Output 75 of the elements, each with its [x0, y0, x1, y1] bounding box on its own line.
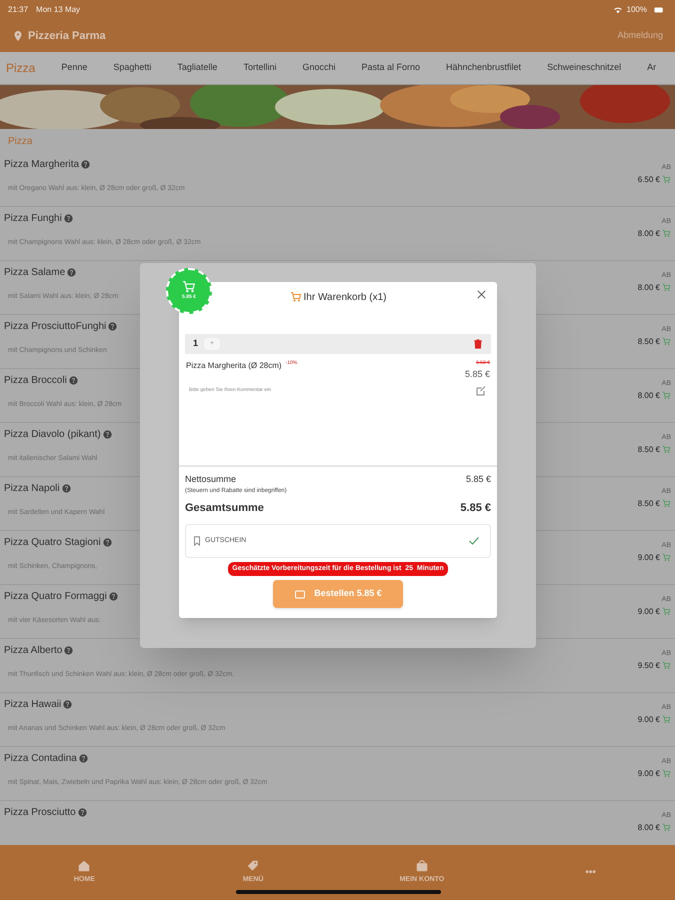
category-tab[interactable]: Ar	[647, 61, 656, 75]
net-label: Nettosumme	[185, 473, 236, 486]
category-tab[interactable]: Penne	[61, 61, 88, 75]
info-icon[interactable]	[68, 376, 78, 385]
menu-icon	[246, 859, 260, 874]
category-tab[interactable]: Schweineschnitzel	[547, 61, 622, 75]
product-name: Pizza Diavolo (pikant)	[4, 428, 101, 442]
info-icon[interactable]	[81, 160, 90, 169]
edit-icon[interactable]	[475, 385, 487, 397]
total-label: Gesamtsumme	[185, 500, 264, 516]
product-name: Pizza Hawaii	[4, 698, 62, 712]
product-name: Pizza Salame	[4, 266, 66, 280]
info-icon[interactable]	[108, 592, 118, 601]
product-price: 9.00 €	[638, 606, 660, 618]
cart-title: Ihr Warenkorb (x1)	[304, 290, 386, 304]
account-icon	[414, 859, 429, 874]
info-icon[interactable]	[102, 538, 112, 547]
product-price: 8.50 €	[638, 498, 660, 510]
item-price: 5.85 €	[464, 368, 490, 380]
category-tab[interactable]: Tagliatelle	[177, 61, 218, 75]
product-name: Pizza Broccoli	[4, 374, 67, 388]
info-icon[interactable]	[64, 214, 73, 223]
cart-icon	[182, 280, 196, 294]
product-name: Pizza Alberto	[4, 644, 62, 658]
product-price: 9.00 €	[638, 768, 660, 780]
bookmark-icon	[192, 536, 202, 546]
wallet-icon	[294, 588, 306, 600]
wifi-icon	[612, 5, 623, 15]
info-icon[interactable]	[62, 484, 71, 493]
product-price: 8.00 €	[638, 390, 660, 402]
category-tab[interactable]: Tortellini	[243, 61, 276, 75]
status-date: Mon 13 May	[36, 4, 80, 16]
check-icon	[468, 535, 480, 547]
cart-item-name: Pizza Margherita (Ø 28cm)	[186, 360, 282, 372]
product-price: 6.50 €	[638, 174, 660, 186]
product-name: Pizza Quatro Formaggi	[4, 590, 107, 604]
product-name: Pizza Funghi	[4, 212, 62, 226]
section-title: Pizza	[8, 134, 32, 148]
info-icon[interactable]	[63, 700, 72, 709]
restaurant-name: Pizzeria Parma	[28, 28, 106, 44]
product-name: Pizza Contadina	[4, 752, 77, 766]
cart-icon	[290, 291, 302, 303]
category-tab[interactable]: Gnocchi	[302, 61, 336, 75]
category-tab[interactable]: Pasta al Forno	[361, 61, 420, 75]
net-value: 5.85 €	[466, 473, 491, 486]
product-price: 8.00 €	[638, 822, 660, 834]
info-icon[interactable]	[78, 754, 88, 763]
category-tab[interactable]: Spaghetti	[113, 61, 152, 75]
location-pin-icon	[12, 30, 24, 42]
battery-level: 100%	[626, 4, 647, 16]
product-price: 8.00 €	[638, 282, 660, 294]
info-icon[interactable]	[64, 646, 74, 655]
product-name: Pizza ProsciuttoFunghi	[4, 320, 106, 334]
product-price: 9.50 €	[638, 660, 660, 672]
quantity-value: 1	[193, 337, 198, 350]
product-price: 8.00 €	[638, 228, 660, 240]
product-name: Pizza Margherita	[4, 158, 80, 172]
info-icon[interactable]	[78, 808, 87, 817]
trash-icon[interactable]	[473, 339, 483, 349]
nav-label: •••	[585, 866, 596, 880]
category-tab[interactable]: Hähnchenbrustfilet	[446, 61, 522, 75]
product-price: 9.00 €	[638, 552, 660, 564]
home-icon	[77, 859, 92, 874]
product-name: Pizza Quatro Stagioni	[4, 536, 101, 550]
info-icon[interactable]	[108, 322, 118, 331]
info-icon[interactable]	[102, 430, 112, 439]
product-name: Pizza Napoli	[4, 482, 60, 496]
product-price: 8.50 €	[638, 444, 660, 456]
product-price: 9.00 €	[638, 714, 660, 726]
status-time: 21:37	[8, 4, 28, 16]
product-price: 8.50 €	[638, 336, 660, 348]
close-icon[interactable]	[476, 289, 487, 300]
product-name: Pizza Prosciutto	[4, 806, 76, 820]
total-value: 5.85 €	[460, 500, 491, 516]
info-icon[interactable]	[67, 268, 76, 277]
